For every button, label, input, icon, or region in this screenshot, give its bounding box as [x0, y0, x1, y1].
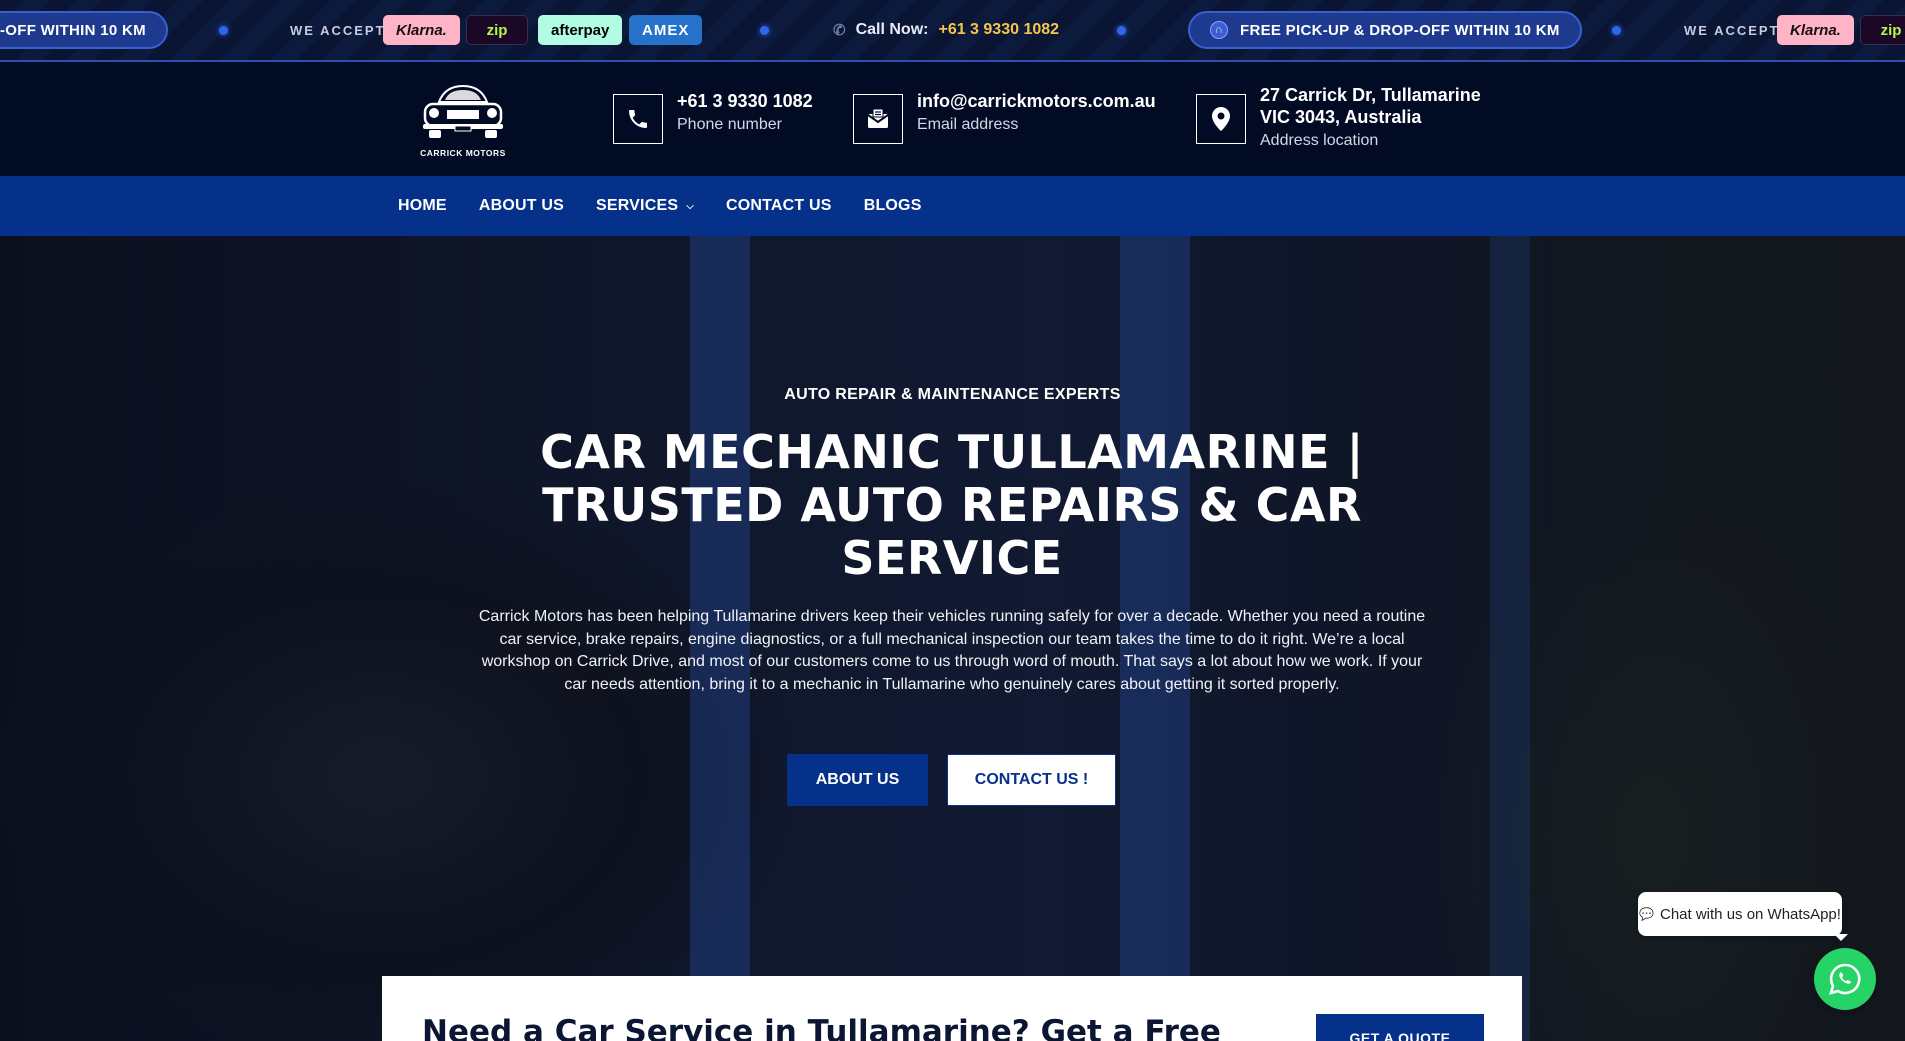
separator-dot: [1117, 26, 1126, 35]
afterpay-badge: afterpay: [538, 15, 623, 45]
whatsapp-button[interactable]: [1814, 948, 1876, 1010]
whatsapp-bubble-text: Chat with us on WhatsApp!: [1660, 905, 1841, 923]
hero-title-line: CAR MECHANIC TULLAMARINE |: [540, 425, 1364, 479]
amex-badge: AMEX: [629, 15, 703, 45]
contact-us-button[interactable]: CONTACT US !: [947, 754, 1116, 806]
nav-label: HOME: [398, 197, 447, 214]
hero-title-line: TRUSTED AUTO REPAIRS & CAR: [542, 478, 1362, 532]
phone-number[interactable]: +61 3 9330 1082: [677, 90, 813, 112]
offer-text: -OFF WITHIN 10 KM: [0, 21, 146, 39]
hero-eyebrow: AUTO REPAIR & MAINTENANCE EXPERTS: [784, 386, 1121, 403]
map-pin-icon: [1196, 94, 1246, 144]
contact-email[interactable]: info@carrickmotors.com.au Email address: [853, 90, 1156, 144]
whatsapp-chat-bubble[interactable]: 💬 Chat with us on WhatsApp!: [1638, 892, 1848, 941]
address-line-1: 27 Carrick Dr, Tullamarine: [1260, 85, 1481, 105]
get-a-quote-button[interactable]: GET A QUOTE: [1316, 1014, 1484, 1041]
envelope-icon: [853, 94, 903, 144]
offer-text: FREE PICK-UP & DROP-OFF WITHIN 10 KM: [1240, 21, 1560, 39]
klarna-badge: Klarna.: [1777, 15, 1854, 45]
quote-card: Need a Car Service in Tullamarine? Get a…: [382, 976, 1522, 1041]
separator-dot: [1612, 26, 1621, 35]
klarna-badge: Klarna.: [383, 15, 460, 45]
car-logo-icon: [423, 84, 503, 138]
contact-address[interactable]: 27 Carrick Dr, Tullamarine VIC 3043, Aus…: [1196, 85, 1481, 152]
nav-item-about-us[interactable]: ABOUT US: [479, 197, 564, 215]
ticker-track: -OFF WITHIN 10 KM WE ACCEPT Klarna. zip …: [0, 0, 1905, 60]
chat-icon: 💬: [1639, 907, 1654, 921]
quote-title: Need a Car Service in Tullamarine? Get a…: [422, 1014, 1221, 1041]
logo-text: CARRICK MOTORS: [420, 148, 506, 158]
phone-label: Phone number: [677, 116, 782, 133]
hero-title: CAR MECHANIC TULLAMARINE | TRUSTED AUTO …: [452, 426, 1452, 585]
hero-content: AUTO REPAIR & MAINTENANCE EXPERTS CAR ME…: [0, 236, 1905, 1041]
call-now-number[interactable]: +61 3 9330 1082: [938, 21, 1059, 39]
separator-dot: [219, 26, 228, 35]
nav-item-contact-us[interactable]: CONTACT US: [726, 197, 832, 215]
hero-title-line: SERVICE: [841, 531, 1063, 585]
main-nav: HOME ABOUT US SERVICES ⌵ CONTACT US BLOGS: [0, 176, 1905, 236]
we-accept-label: WE ACCEPT: [290, 22, 386, 38]
contact-phone[interactable]: +61 3 9330 1082 Phone number: [613, 90, 813, 144]
nav-label: CONTACT US: [725, 197, 832, 214]
phone-icon: [613, 94, 663, 144]
separator-dot: [760, 26, 769, 35]
headset-icon: ∩: [1210, 21, 1228, 39]
phone-icon: ✆: [833, 22, 846, 39]
offer-pill: ∩ FREE PICK-UP & DROP-OFF WITHIN 10 KM: [1188, 11, 1582, 49]
offer-pill: -OFF WITHIN 10 KM: [0, 11, 168, 49]
email-address[interactable]: info@carrickmotors.com.au: [917, 90, 1156, 112]
site-logo[interactable]: CARRICK MOTORS: [418, 80, 508, 158]
address-label: Address location: [1260, 132, 1379, 149]
hero-description: Carrick Motors has been helping Tullamar…: [478, 608, 1426, 693]
we-accept-label: WE ACCEPT: [1684, 22, 1780, 38]
announcement-ticker: -OFF WITHIN 10 KM WE ACCEPT Klarna. zip …: [0, 0, 1905, 62]
nav-label: SERVICES: [595, 197, 679, 214]
nav-label: BLOGS: [863, 197, 922, 214]
zip-badge: zip: [1860, 15, 1905, 45]
nav-item-services[interactable]: SERVICES ⌵: [596, 197, 694, 215]
chevron-down-icon: ⌵: [686, 200, 694, 212]
nav-item-home[interactable]: HOME: [398, 197, 447, 215]
email-label: Email address: [917, 116, 1019, 133]
address-line-2: VIC 3043, Australia: [1260, 107, 1422, 127]
about-us-button[interactable]: ABOUT US: [787, 754, 928, 806]
zip-badge: zip: [466, 15, 528, 45]
call-now-label: Call Now:: [855, 21, 929, 38]
site-header: CARRICK MOTORS +61 3 9330 1082 Phone num…: [0, 62, 1905, 176]
nav-item-blogs[interactable]: BLOGS: [864, 197, 922, 215]
nav-label: ABOUT US: [478, 197, 564, 214]
hero-section: AUTO REPAIR & MAINTENANCE EXPERTS CAR ME…: [0, 236, 1905, 1041]
call-now[interactable]: ✆ Call Now: +61 3 9330 1082: [833, 0, 1059, 60]
whatsapp-icon: [1829, 963, 1861, 995]
